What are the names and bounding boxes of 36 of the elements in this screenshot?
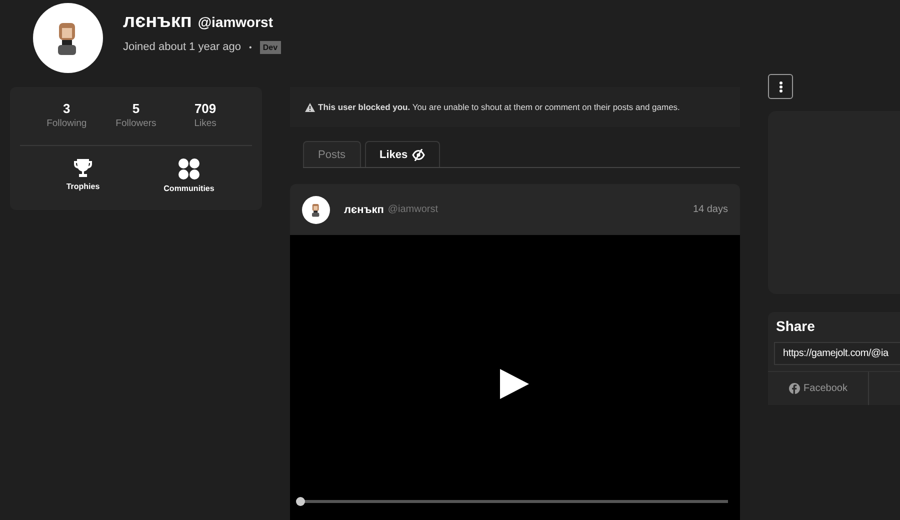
stat-link[interactable]: 3 Following (36, 101, 97, 145)
tab[interactable]: Posts (303, 141, 361, 167)
avatar-icon (33, 3, 103, 73)
share-url-field[interactable]: https://gamejolt.com/@ia (774, 342, 900, 365)
profile-link[interactable]: Communities (149, 158, 229, 193)
separator-dot: • (249, 42, 252, 52)
post-time: 14 days (692, 204, 728, 215)
facebook-icon (788, 383, 800, 394)
tab[interactable]: Likes (364, 141, 440, 167)
stat-link[interactable]: 5 Followers (106, 101, 166, 145)
eye-slash-icon (412, 148, 425, 160)
more-options-button[interactable] (768, 74, 793, 99)
video-progress-slider[interactable] (296, 497, 728, 506)
stat-label: Followers (116, 118, 156, 129)
stat-link[interactable]: 709 Likes (175, 101, 236, 145)
blocked-notice: This user blocked you. You are unable to shout at them or comment on their posts and games. (318, 102, 680, 112)
stat-value: 5 (132, 101, 140, 116)
stat-value: 709 (194, 101, 216, 116)
post-author: лєнъкп (344, 204, 384, 216)
stat-label: Likes (194, 118, 216, 129)
avatar-icon (302, 196, 330, 224)
share-title: Share (775, 318, 816, 334)
joined-date: Joined about 1 year ago (123, 41, 242, 53)
facebook-share-button[interactable]: Facebook (768, 372, 869, 405)
stat-label: Following (46, 118, 87, 129)
username: @iamworst (198, 14, 273, 30)
warning-icon (305, 102, 315, 112)
more-icon (778, 80, 782, 92)
play-icon[interactable] (498, 368, 530, 400)
trophy-icon (73, 158, 93, 178)
profile-link[interactable]: Trophies (43, 158, 123, 193)
stat-value: 3 (63, 101, 70, 116)
communities-icon (178, 158, 200, 180)
display-name: лєнъкп (123, 10, 192, 32)
dev-tag: Dev (260, 40, 281, 54)
post-username: @iamworst (388, 204, 438, 215)
